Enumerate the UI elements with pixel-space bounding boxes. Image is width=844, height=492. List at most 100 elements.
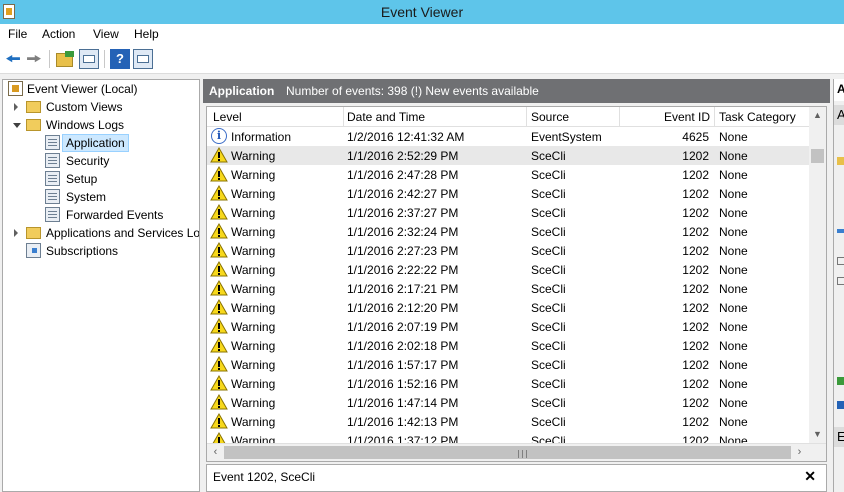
- table-row[interactable]: Warning 1/1/2016 2:12:20 PM SceCli 1202 None: [207, 298, 809, 317]
- open-saved-log-icon[interactable]: [837, 157, 844, 165]
- folder-icon: [26, 119, 41, 131]
- information-icon: i: [211, 128, 227, 144]
- warning-icon: [210, 223, 228, 239]
- event-viewer-icon: [8, 81, 23, 96]
- column-header-row: Level Date and Time Source Event ID Task…: [207, 107, 809, 127]
- table-row[interactable]: i Information 1/2/2016 12:41:32 AM EventSys…: [207, 127, 809, 146]
- warning-icon: [210, 356, 228, 372]
- toolbar-separator: [104, 50, 105, 68]
- menu-help[interactable]: Help: [134, 27, 159, 41]
- cell-cat: None: [719, 358, 748, 372]
- show-hide-console-tree-icon[interactable]: [79, 49, 99, 69]
- warning-icon: [210, 204, 228, 220]
- cell-id: 1202: [682, 206, 709, 220]
- table-row[interactable]: Warning 1/1/2016 2:47:28 PM SceCli 1202 None: [207, 165, 809, 184]
- cell-source: SceCli: [531, 225, 566, 239]
- cell-cat: None: [719, 377, 748, 391]
- table-row[interactable]: Warning 1/1/2016 1:52:16 PM SceCli 1202 None: [207, 374, 809, 393]
- actions-section-application[interactable]: A: [834, 105, 844, 125]
- find-icon[interactable]: [837, 277, 844, 285]
- cell-date: 1/1/2016 2:37:27 PM: [347, 206, 459, 220]
- log-icon: [45, 153, 60, 168]
- actions-section-event[interactable]: E: [834, 427, 844, 447]
- table-row[interactable]: Warning 1/1/2016 1:57:17 PM SceCli 1202 None: [207, 355, 809, 374]
- cell-cat: None: [719, 263, 748, 277]
- help-icon[interactable]: ?: [110, 49, 130, 69]
- cell-cat: None: [719, 225, 748, 239]
- scroll-thumb[interactable]: [811, 149, 824, 163]
- cell-level: Warning: [231, 415, 276, 429]
- forward-arrow-icon[interactable]: 🠚: [24, 49, 44, 69]
- column-header-level[interactable]: Level: [213, 110, 242, 124]
- log-icon: [45, 189, 60, 204]
- column-header-task-category[interactable]: Task Category: [719, 110, 796, 124]
- cell-cat: None: [719, 396, 748, 410]
- menu-view[interactable]: View: [93, 27, 119, 41]
- cell-source: SceCli: [531, 396, 566, 410]
- table-row[interactable]: Warning 1/1/2016 2:17:21 PM SceCli 1202 None: [207, 279, 809, 298]
- table-row[interactable]: Warning 1/1/2016 1:47:14 PM SceCli 1202 None: [207, 393, 809, 412]
- log-icon: [45, 207, 60, 222]
- cell-source: SceCli: [531, 377, 566, 391]
- expand-icon[interactable]: [14, 229, 18, 237]
- column-header-event-id[interactable]: Event ID: [664, 110, 710, 124]
- column-header-date[interactable]: Date and Time: [347, 110, 425, 124]
- warning-icon: [210, 375, 228, 391]
- collapse-icon[interactable]: [13, 123, 21, 128]
- table-row[interactable]: Warning 1/1/2016 2:07:19 PM SceCli 1202 None: [207, 317, 809, 336]
- refresh-icon[interactable]: [837, 377, 844, 385]
- scroll-left-icon[interactable]: ‹: [207, 444, 224, 461]
- expand-icon[interactable]: [14, 103, 18, 111]
- scroll-up-icon[interactable]: ▲: [809, 107, 826, 124]
- folder-icon: [26, 227, 41, 239]
- properties-icon[interactable]: [837, 257, 844, 265]
- cell-level: Warning: [231, 225, 276, 239]
- horizontal-scrollbar[interactable]: ‹ ›: [207, 443, 826, 461]
- warning-icon: [210, 280, 228, 296]
- help-icon[interactable]: [837, 401, 844, 409]
- table-row[interactable]: Warning 1/1/2016 2:37:27 PM SceCli 1202 None: [207, 203, 809, 222]
- table-row[interactable]: Warning 1/1/2016 2:22:22 PM SceCli 1202 None: [207, 260, 809, 279]
- table-row[interactable]: Warning 1/1/2016 2:02:18 PM SceCli 1202 None: [207, 336, 809, 355]
- log-icon: [45, 171, 60, 186]
- table-row[interactable]: Warning 1/1/2016 2:32:24 PM SceCli 1202 None: [207, 222, 809, 241]
- warning-icon: [210, 242, 228, 258]
- cell-source: SceCli: [531, 244, 566, 258]
- column-header-source[interactable]: Source: [531, 110, 569, 124]
- actions-pane: A A E: [833, 79, 844, 492]
- close-icon[interactable]: ✕: [804, 468, 816, 485]
- warning-icon: [210, 318, 228, 334]
- cell-level: Warning: [231, 263, 276, 277]
- event-list: Level Date and Time Source Event ID Task…: [206, 106, 827, 462]
- show-hide-action-pane-icon[interactable]: [133, 49, 153, 69]
- scroll-thumb[interactable]: [224, 446, 791, 459]
- open-folder-icon[interactable]: [56, 51, 74, 67]
- warning-icon: [210, 166, 228, 182]
- cell-source: SceCli: [531, 358, 566, 372]
- cell-id: 1202: [682, 225, 709, 239]
- back-arrow-icon[interactable]: 🠘: [3, 49, 23, 69]
- scroll-right-icon[interactable]: ›: [791, 444, 808, 461]
- menu-file[interactable]: File: [8, 27, 27, 41]
- table-row[interactable]: Warning 1/1/2016 2:52:29 PM SceCli 1202 None: [207, 146, 809, 165]
- warning-icon: [210, 337, 228, 353]
- cell-cat: None: [719, 187, 748, 201]
- table-row[interactable]: Warning 1/1/2016 2:27:23 PM SceCli 1202 None: [207, 241, 809, 260]
- filter-icon[interactable]: [837, 229, 844, 233]
- cell-source: SceCli: [531, 415, 566, 429]
- menu-action[interactable]: Action: [42, 27, 75, 41]
- vertical-scrollbar[interactable]: ▲ ▼: [809, 107, 826, 443]
- cell-cat: None: [719, 149, 748, 163]
- table-row[interactable]: Warning 1/1/2016 1:42:13 PM SceCli 1202 None: [207, 412, 809, 431]
- cell-id: 1202: [682, 282, 709, 296]
- cell-id: 1202: [682, 149, 709, 163]
- toolbar-separator: [49, 50, 50, 68]
- scroll-down-icon[interactable]: ▼: [809, 426, 826, 443]
- cell-cat: None: [719, 130, 748, 144]
- cell-source: SceCli: [531, 263, 566, 277]
- table-row[interactable]: Warning 1/1/2016 2:42:27 PM SceCli 1202 None: [207, 184, 809, 203]
- cell-source: SceCli: [531, 301, 566, 315]
- main-pane: Application Number of events: 398 (!) Ne…: [203, 79, 830, 492]
- log-name: Application: [209, 84, 275, 98]
- warning-icon: [210, 413, 228, 429]
